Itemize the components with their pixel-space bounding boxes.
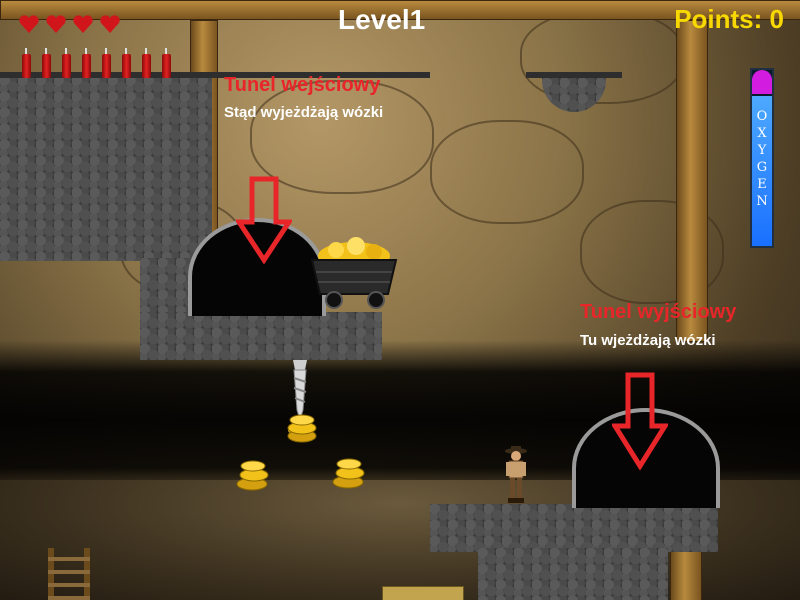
- dynamite-counter: [22, 48, 171, 78]
- dynamite-icon: [62, 48, 71, 78]
- heart-icon: [100, 15, 120, 34]
- oxygen-meter-cap: [752, 70, 772, 94]
- points-value: 0: [769, 4, 784, 34]
- stone-platform-upper: [140, 312, 382, 360]
- gold-coins-icon[interactable]: [234, 456, 272, 492]
- entry-tunnel-title: Tunel wejściowy: [224, 74, 381, 96]
- dynamite-icon: [162, 48, 171, 78]
- stone-wall-upper-left: [0, 76, 212, 261]
- heart-icon: [46, 15, 66, 34]
- hanging-rock: [542, 78, 606, 112]
- down-arrow-icon: [236, 176, 292, 264]
- down-arrow-icon: [612, 372, 668, 470]
- game-stage: Tunel wejściowy Stąd wyjeżdżają wózki Tu…: [0, 0, 800, 600]
- oxygen-meter: OXYGEN: [750, 68, 774, 248]
- gold-coins-icon[interactable]: [330, 454, 368, 490]
- wooden-support-beam: [676, 20, 708, 342]
- entry-tunnel-subtitle: Stąd wyjeżdżają wózki: [224, 104, 384, 121]
- lives-hearts: [18, 14, 121, 34]
- gold-plaque: [382, 586, 464, 600]
- player-miner[interactable]: [500, 446, 532, 504]
- exit-tunnel-title: Tunel wyjściowy: [580, 301, 737, 323]
- stone-base-lower: [478, 548, 668, 600]
- dynamite-icon: [122, 48, 131, 78]
- heart-icon: [19, 15, 39, 34]
- points-display: Points: 0: [674, 4, 784, 35]
- dynamite-icon: [102, 48, 111, 78]
- gold-coins-icon[interactable]: [284, 410, 320, 444]
- dynamite-icon: [22, 48, 31, 78]
- rock-crack: [430, 120, 584, 224]
- gold-mine-cart: [310, 237, 398, 309]
- dynamite-icon: [42, 48, 51, 78]
- stone-platform-lower: [430, 504, 718, 552]
- heart-icon: [73, 15, 93, 34]
- level-title: Level1: [338, 4, 426, 35]
- wooden-ladder[interactable]: [48, 548, 90, 600]
- dynamite-icon: [82, 48, 91, 78]
- points-label: Points:: [674, 4, 763, 34]
- exit-tunnel-subtitle: Tu wjeżdżają wózki: [580, 332, 716, 349]
- oxygen-label: OXYGEN: [756, 109, 768, 209]
- dynamite-icon: [142, 48, 151, 78]
